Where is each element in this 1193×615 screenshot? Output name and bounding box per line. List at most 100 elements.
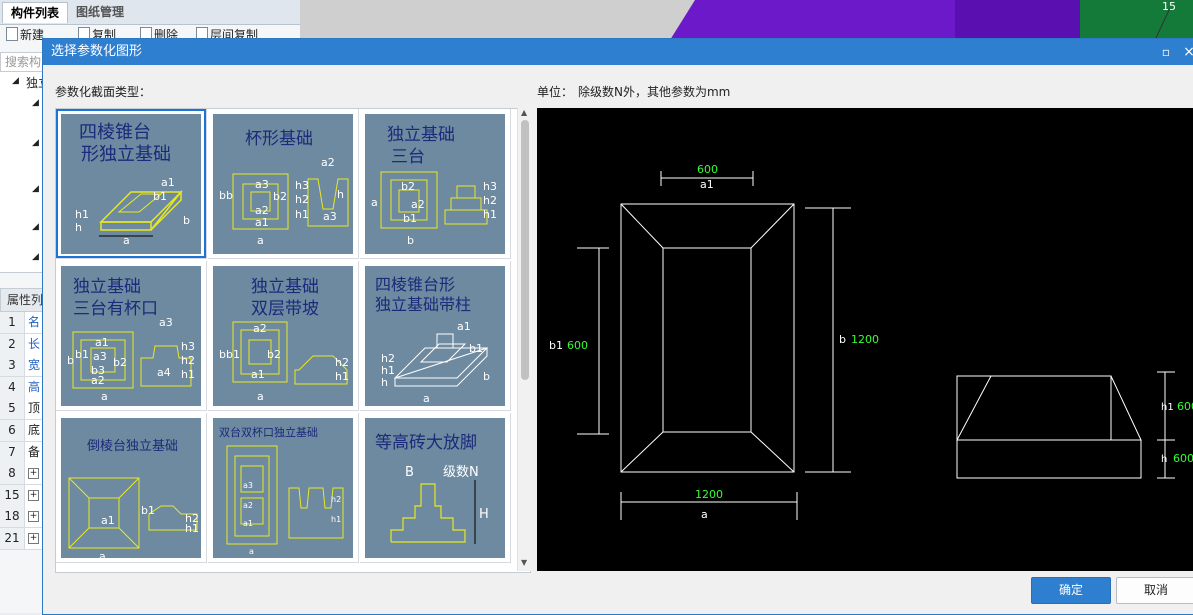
shape-tile-brick-footing[interactable]: 等高砖大放脚 B 级数N H (360, 413, 511, 563)
svg-text:a2: a2 (411, 198, 425, 211)
property-row-name: 长 (28, 336, 41, 351)
svg-text:h2: h2 (331, 495, 341, 504)
left-tab-bar: 构件列表 图纸管理 (0, 0, 300, 25)
svg-text:h1: h1 (181, 368, 195, 381)
svg-text:a: a (101, 390, 108, 403)
property-row[interactable]: 8 + (0, 463, 42, 486)
property-row[interactable]: 6底 (0, 420, 42, 442)
svg-text:a3: a3 (159, 316, 173, 329)
shape-tile-three-step-cup[interactable]: 独立基础 三台有杯口 a3 a1 b1 a3 b2 b3 a2 a4 h3 h2 (56, 261, 207, 411)
shape-tile-three-step[interactable]: 独立基础 三台 a b2 a2 b1 h3 h2 h1 b (360, 109, 511, 259)
svg-text:a: a (257, 390, 264, 403)
property-row[interactable]: 4高 (0, 376, 42, 399)
shape-tile-pyramid-frustum[interactable]: 四棱锥台 形独立基础 a1 b1 b h1 h a (56, 109, 207, 259)
tab-drawing-management[interactable]: 图纸管理 (68, 2, 132, 22)
frustum-with-column-icon: 四棱锥台形 独立基础带柱 a1 b1 h2 h1 h b a (375, 275, 490, 405)
svg-text:b1: b1 (403, 212, 417, 225)
unit-text: 除级数N外，其他参数为mm (578, 85, 731, 99)
tree-expand-icon[interactable]: ◢ (32, 98, 39, 108)
tree-expand-icon[interactable]: ◢ (32, 138, 39, 148)
svg-text:a1: a1 (161, 176, 175, 189)
tree-expand-icon[interactable]: ◢ (32, 184, 39, 194)
svg-text:h: h (381, 376, 388, 389)
b-label: b (839, 333, 846, 346)
svg-text:h1: h1 (295, 208, 309, 221)
shape-title-line1: 独立基础 (73, 277, 141, 297)
cancel-button[interactable]: 取消 (1116, 577, 1193, 604)
svg-text:a2: a2 (243, 501, 253, 510)
svg-text:b: b (483, 370, 490, 383)
3d-viewport[interactable]: 15 (300, 0, 1193, 40)
property-row[interactable]: 21 + (0, 528, 42, 550)
svg-text:h1: h1 (331, 515, 341, 524)
shape-tile-inverted-frustum[interactable]: 倒棱台独立基础 b1 a1 h2 h1 a (56, 413, 207, 563)
svg-text:a1: a1 (457, 320, 471, 333)
svg-text:a2: a2 (91, 374, 105, 387)
tree-expand-icon[interactable]: ◢ (32, 252, 39, 262)
svg-text:h1: h1 (185, 522, 199, 535)
b1-value: 600 (567, 339, 588, 352)
svg-text:h3: h3 (483, 180, 497, 193)
svg-text:H: H (479, 507, 489, 522)
cup-foundation-icon: 杯形基础 a2 bb a3 b2 a2 a1 h3 h2 h1 h a3 a (219, 129, 349, 247)
shape-thumbnail: 杯形基础 a2 bb a3 b2 a2 a1 h3 h2 h1 h a3 a (213, 114, 353, 254)
property-row[interactable]: 1名 (0, 312, 42, 334)
new-button[interactable]: 新建 (6, 27, 44, 43)
svg-text:b: b (183, 214, 190, 227)
shape-grid-scrollbar[interactable]: ▲ ▼ (517, 108, 532, 571)
property-row[interactable]: 2长 (0, 333, 42, 356)
property-row[interactable]: 15 + (0, 484, 42, 507)
search-placeholder: 搜索构 (5, 55, 42, 69)
pyramid-frustum-icon: 四棱锥台 形独立基础 a1 b1 b h1 h a (75, 122, 190, 247)
h1-label: h1 (1161, 402, 1174, 413)
shape-tile-double-cup[interactable]: 双台双杯口独立基础 a3 a2 a1 h2 h1 a (208, 413, 359, 563)
scroll-up-icon[interactable]: ▲ (521, 108, 527, 117)
svg-text:级数N: 级数N (443, 465, 479, 480)
expand-plus-icon[interactable]: + (28, 533, 39, 544)
confirm-button[interactable]: 确定 (1031, 577, 1111, 604)
shape-thumbnail: 独立基础 三台 a b2 a2 b1 h3 h2 h1 b (365, 114, 505, 254)
new-icon (6, 27, 18, 41)
svg-text:b1: b1 (469, 342, 483, 355)
shape-tile-double-slope[interactable]: 独立基础 双层带坡 a2 bb1 b2 a1 h2 h1 a (208, 261, 359, 411)
svg-text:a3: a3 (323, 210, 337, 223)
property-row[interactable]: 7备 (0, 441, 42, 464)
green-solid (1080, 0, 1193, 40)
shape-title-line2: 形独立基础 (81, 144, 171, 165)
shape-title-line1: 独立基础 (387, 125, 455, 145)
scroll-thumb[interactable] (521, 120, 529, 380)
property-row[interactable]: 5顶 (0, 398, 42, 421)
svg-text:b2: b2 (401, 180, 415, 193)
shape-tile-cup-foundation[interactable]: 杯形基础 a2 bb a3 b2 a2 a1 h3 h2 h1 h a3 a (208, 109, 359, 259)
property-row[interactable]: 18 + (0, 506, 42, 529)
expand-plus-icon[interactable]: + (28, 489, 39, 501)
tree-expand-icon[interactable]: ◢ (32, 222, 39, 232)
property-row[interactable]: 3宽 (0, 355, 42, 378)
tree-expand-icon[interactable]: ◢ (12, 76, 19, 86)
tab-component-list[interactable]: 构件列表 (2, 2, 69, 23)
property-row-number: 18 (0, 506, 25, 528)
close-icon[interactable]: × (1179, 42, 1193, 62)
svg-text:a2: a2 (253, 322, 267, 335)
svg-text:b: b (67, 354, 74, 367)
dialog-title-bar: 选择参数化图形 ▫ × (43, 39, 1193, 65)
maximize-icon[interactable]: ▫ (1156, 42, 1176, 62)
svg-text:b1: b1 (141, 504, 155, 517)
shape-thumbnail: 独立基础 双层带坡 a2 bb1 b2 a1 h2 h1 a (213, 266, 353, 406)
svg-text:h: h (75, 221, 82, 234)
svg-text:a2: a2 (321, 156, 335, 169)
property-row-number: 15 (0, 484, 25, 506)
svg-text:h3: h3 (295, 179, 309, 192)
expand-plus-icon[interactable]: + (28, 468, 39, 480)
shape-grid: 四棱锥台 形独立基础 a1 b1 b h1 h a 杯形基础 a2 bb a3 … (55, 108, 531, 573)
property-row-number: 2 (0, 333, 25, 355)
shape-thumbnail: 独立基础 三台有杯口 a3 a1 b1 a3 b2 b3 a2 a4 h3 h2 (61, 266, 201, 406)
svg-text:a: a (257, 234, 264, 247)
scroll-down-icon[interactable]: ▼ (521, 558, 527, 567)
svg-text:h: h (337, 188, 344, 201)
svg-text:a: a (371, 196, 378, 209)
brick-footing-icon: 等高砖大放脚 B 级数N H (375, 433, 489, 544)
svg-text:h2: h2 (483, 194, 497, 207)
expand-plus-icon[interactable]: + (28, 511, 39, 523)
shape-tile-frustum-with-column[interactable]: 四棱锥台形 独立基础带柱 a1 b1 h2 h1 h b a (360, 261, 511, 411)
